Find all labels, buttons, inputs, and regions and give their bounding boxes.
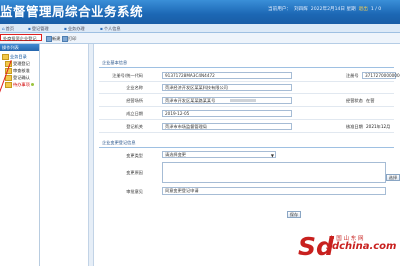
folder-icon: [5, 82, 12, 88]
tab-foreign-enterprise[interactable]: 外商投资企业登记: [0, 34, 42, 41]
company-name-field[interactable]: 菏泽经济开发区某某科技有限公司: [162, 84, 292, 91]
status-value: 在营: [366, 98, 375, 103]
divider: [99, 93, 394, 94]
divider: [99, 119, 394, 120]
app-title: 监督管理局综合业务系统: [0, 4, 144, 19]
home-icon: ⌂: [2, 25, 5, 31]
label-change-type: 变更类型: [126, 153, 143, 158]
address-field[interactable]: 菏泽市开发区某某路某某号: [162, 97, 292, 104]
nav-item-business[interactable]: ▪业务办理: [64, 26, 85, 32]
authority-field[interactable]: 菏泽市市场监督管理局: [162, 123, 292, 130]
change-reason-textarea[interactable]: [162, 162, 386, 183]
version-text: 1 / 0: [370, 7, 382, 12]
label-founded: 成立日期: [126, 111, 143, 116]
folder-icon: [2, 54, 9, 60]
nav-item-registration[interactable]: ▪登记管理: [28, 26, 49, 32]
section-title-change: 企业变更登记信息: [102, 140, 136, 145]
save-button[interactable]: 保存: [287, 211, 301, 218]
reg-code-field[interactable]: 91371728MA3C4N4472: [162, 72, 292, 79]
label-authority: 登记机关: [126, 124, 143, 129]
status-dot-icon: [30, 83, 34, 86]
label-company-name: 企业名称: [126, 85, 143, 90]
label-address: 经营场所: [126, 98, 143, 103]
approval-date-value: 2021年12月: [366, 124, 391, 129]
label-reg-no: 注册号: [346, 73, 359, 78]
founded-field[interactable]: 2019-12-05: [162, 110, 292, 117]
redacted-text: [230, 99, 256, 102]
label-approval-note: 审批意见: [126, 189, 143, 194]
divider: [99, 67, 394, 68]
divider: [99, 81, 394, 82]
change-type-select[interactable]: 请选择变更 ▼: [162, 151, 276, 158]
current-date: 2022年2月14日 星期: [310, 7, 356, 12]
divider: [99, 147, 394, 148]
label-reg-code: 注册号/统一代码: [112, 73, 143, 78]
logout-link[interactable]: 退出: [359, 7, 368, 12]
tree-root[interactable]: 业务目录: [2, 54, 27, 60]
sidebar-header: 操作列表: [0, 44, 39, 51]
panel-splitter[interactable]: [88, 44, 94, 266]
label-change-reason: 变更原因: [126, 170, 143, 175]
section-title-basic: 企业基本信息: [102, 60, 128, 65]
user-name: 刘四辉: [293, 7, 308, 12]
chevron-down-icon: ▼: [270, 152, 274, 158]
site-watermark: Sd 中 国 山 东 网 sdchina.com: [298, 234, 396, 262]
breadcrumb: ⌂首页 ▪登记管理 ▪业务办理 ▪个人信息: [0, 24, 400, 33]
app-header: 监督管理局综合业务系统 当前用户： 刘四辉 2022年2月14日 星期 退出 1 / 0: [0, 0, 400, 24]
nav-item-personal[interactable]: ▪个人信息: [100, 26, 121, 32]
user-label: 当前用户：: [268, 7, 291, 12]
tree-item-todo[interactable]: 待办事项: [5, 82, 34, 88]
select-button[interactable]: 选择: [386, 174, 400, 181]
user-info: 当前用户： 刘四辉 2022年2月14日 星期 退出 1 / 0: [268, 6, 384, 12]
reg-no-field[interactable]: 37172700000000000: [362, 72, 400, 79]
doc-icon: ▪: [28, 25, 31, 31]
sidebar: 操作列表 业务目录 受理登记 审查核准 登记确认 待办事项: [0, 44, 40, 266]
label-status: 经营状态: [346, 98, 363, 103]
new-button[interactable]: 新建: [52, 36, 60, 42]
tab-bar: 外商投资企业登记 新建 打印: [0, 33, 400, 44]
user-icon: ▪: [100, 25, 103, 31]
approval-note-field[interactable]: 同意变更登记申请: [162, 187, 386, 195]
watermark-en: sdchina.com: [326, 241, 397, 252]
print-button[interactable]: 打印: [68, 36, 76, 42]
label-approval-date: 核准日期: [346, 124, 363, 129]
doc-icon: ▪: [64, 25, 67, 31]
divider: [99, 132, 394, 133]
nav-item-home[interactable]: ⌂首页: [2, 26, 14, 32]
divider: [99, 106, 394, 107]
tree-item-confirm[interactable]: 登记确认: [5, 75, 30, 81]
